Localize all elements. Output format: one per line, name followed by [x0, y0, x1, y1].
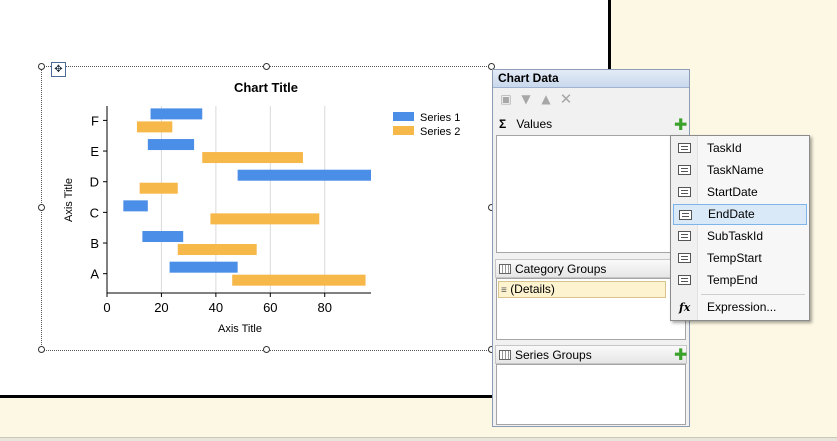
menu-item-label: TaskName [707, 163, 764, 177]
menu-item-tempend[interactable]: TempEnd [673, 270, 807, 291]
field-dropdown-menu: TaskId TaskName StartDate EndDate SubTaskId T… [670, 135, 810, 321]
menu-separator [701, 294, 805, 295]
series-groups-label: Series Groups [515, 348, 592, 362]
sigma-icon: Σ [499, 117, 507, 131]
menu-item-tempstart[interactable]: TempStart [673, 248, 807, 269]
menu-item-taskname[interactable]: TaskName [673, 160, 807, 181]
field-icon [678, 143, 691, 153]
menu-item-label: Expression... [707, 300, 777, 314]
bar-series-1-f [150, 108, 203, 120]
menu-item-subtaskid[interactable]: SubTaskId [673, 226, 807, 247]
menu-item-label: StartDate [707, 185, 758, 199]
details-group-item[interactable]: ≡ (Details) [498, 281, 666, 298]
add-series-group-icon[interactable]: ✚ [674, 347, 687, 363]
menu-item-startdate[interactable]: StartDate [673, 182, 807, 203]
x-axis-title[interactable]: Axis Title [218, 323, 262, 335]
legend-label: Series 1 [420, 112, 460, 124]
menu-item-expression[interactable]: fx Expression... [673, 297, 807, 318]
properties-icon[interactable]: ▣ [498, 91, 514, 107]
bar-series-1-b [142, 231, 184, 243]
category-groups-label: Category Groups [515, 262, 607, 276]
category-label: A [90, 267, 99, 282]
field-icon [678, 253, 691, 263]
details-icon: ≡ [501, 285, 507, 296]
series-groups-drop-zone[interactable] [496, 364, 686, 425]
bar-series-2-e [202, 152, 303, 164]
menu-item-enddate[interactable]: EndDate [673, 204, 807, 225]
x-tick-label: 40 [209, 300, 223, 315]
delete-icon[interactable]: ✕ [558, 91, 574, 107]
bar-series-1-a [169, 261, 238, 273]
x-tick-label: 60 [263, 300, 277, 315]
details-label: (Details) [510, 282, 555, 296]
legend-label: Series 2 [420, 126, 460, 138]
category-label: F [91, 113, 99, 128]
x-tick-label: 0 [103, 300, 110, 315]
values-section-label: Σ Values [499, 116, 552, 132]
menu-item-label: SubTaskId [707, 229, 764, 243]
menu-item-label: TempEnd [707, 273, 758, 287]
add-value-icon[interactable]: ✚ [674, 117, 687, 133]
field-icon [679, 210, 692, 220]
bar-series-2-c [210, 213, 320, 225]
panel-title: Chart Data [493, 70, 689, 88]
field-icon [678, 275, 691, 285]
bar-series-2-d [139, 182, 178, 194]
field-icon [678, 187, 691, 197]
menu-item-taskid[interactable]: TaskId [673, 138, 807, 159]
bar-series-2-b [177, 244, 257, 256]
bar-series-1-e [147, 139, 195, 151]
bar-series-2-a [232, 274, 366, 286]
fx-icon: fx [679, 301, 691, 314]
grid-icon [499, 264, 511, 274]
category-label: B [90, 236, 99, 251]
category-label: C [90, 205, 99, 220]
menu-item-label: TaskId [707, 141, 742, 155]
legend-swatch [393, 126, 414, 135]
bar-series-2-f [136, 121, 173, 133]
field-icon [678, 231, 691, 241]
move-down-icon[interactable]: ▼ [518, 91, 534, 107]
y-axis-title[interactable]: Axis Title [63, 178, 75, 222]
series-groups-header: Series Groups [495, 345, 687, 364]
grid-icon [499, 350, 511, 360]
values-label: Values [516, 117, 553, 131]
values-drop-zone[interactable] [496, 135, 686, 253]
bar-series-1-d [237, 169, 371, 181]
category-groups-header: Category Groups [495, 259, 687, 278]
chart-title[interactable]: Chart Title [234, 80, 298, 95]
category-label: E [90, 144, 99, 159]
legend-swatch [393, 112, 414, 121]
move-up-icon[interactable]: ▲ [538, 91, 554, 107]
menu-item-label: EndDate [708, 207, 755, 221]
bar-series-1-c [123, 200, 148, 212]
x-tick-label: 20 [154, 300, 168, 315]
x-tick-label: 80 [317, 300, 331, 315]
chart-data-panel: Chart Data ▣ ▼ ▲ ✕ Σ Values ✚ Category G… [492, 69, 690, 427]
category-label: D [90, 175, 99, 190]
status-strip [0, 437, 837, 441]
field-icon [678, 165, 691, 175]
menu-item-label: TempStart [707, 251, 762, 265]
